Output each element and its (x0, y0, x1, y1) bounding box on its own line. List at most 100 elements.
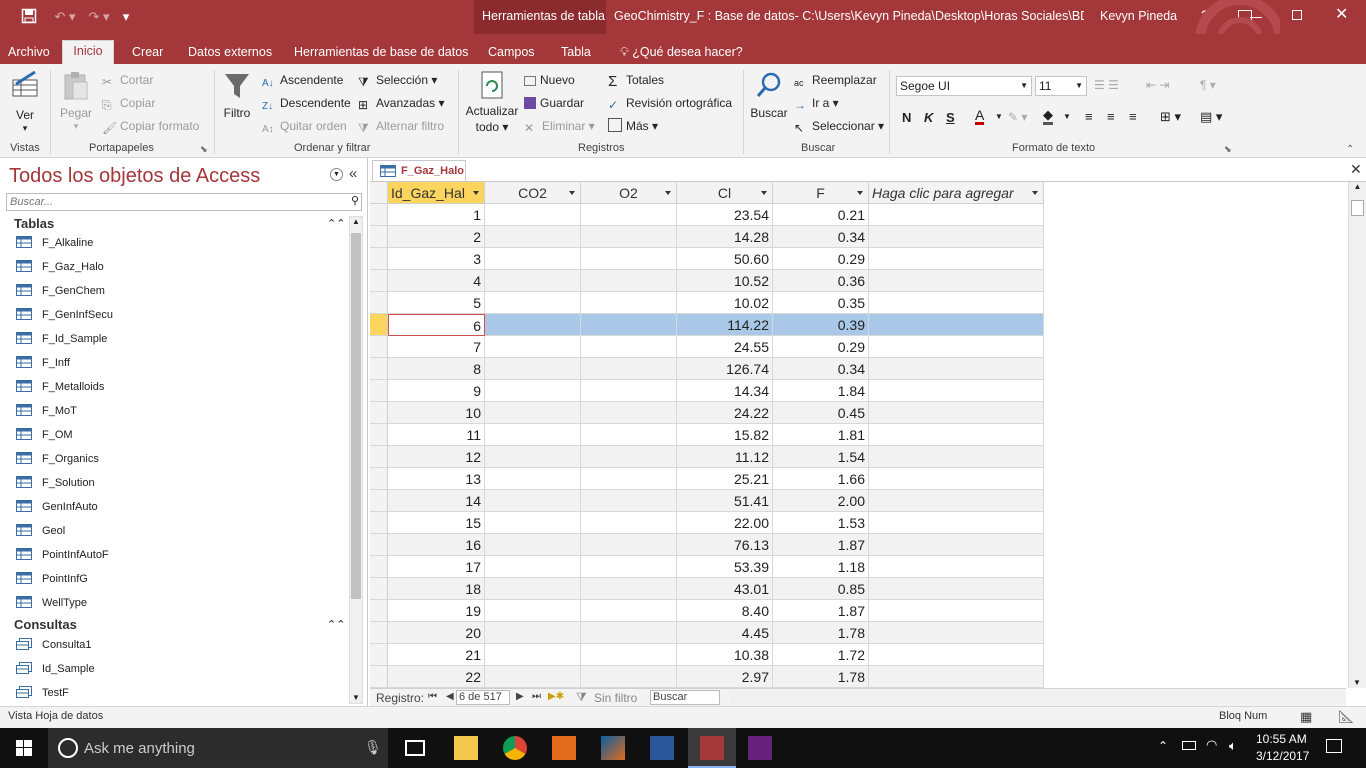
restore-button[interactable] (1292, 10, 1302, 20)
first-record-icon[interactable]: ⏮ (428, 691, 437, 702)
table-cell[interactable]: 5 (388, 292, 485, 314)
battery-icon[interactable] (1182, 741, 1196, 750)
nav-item-query[interactable]: Id_Sample (16, 659, 95, 679)
table-cell[interactable]: 17 (388, 556, 485, 578)
eliminar-button[interactable]: ✕ Eliminar ▾ (524, 118, 595, 135)
table-cell[interactable]: 1.87 (773, 534, 869, 556)
table-cell[interactable]: 7 (388, 336, 485, 358)
table-cell[interactable]: 12 (388, 446, 485, 468)
table-cell[interactable]: 4 (388, 270, 485, 292)
table-cell[interactable]: 6 (388, 314, 485, 336)
totales-button[interactable]: Σ Totales (608, 72, 664, 90)
tab-archivo[interactable]: Archivo (2, 42, 56, 66)
table-cell[interactable] (581, 512, 677, 534)
record-selector[interactable] (370, 666, 388, 688)
table-cell[interactable] (581, 248, 677, 270)
save-icon[interactable] (20, 8, 38, 26)
undo-icon[interactable]: ↶ ▾ (50, 8, 80, 26)
table-cell[interactable] (581, 336, 677, 358)
nav-search-input[interactable] (7, 194, 337, 210)
table-cell[interactable] (869, 336, 1044, 358)
record-selector[interactable] (370, 270, 388, 292)
table-cell[interactable] (869, 512, 1044, 534)
table-cell[interactable] (485, 644, 581, 666)
table-cell[interactable] (869, 424, 1044, 446)
record-selector[interactable] (370, 468, 388, 490)
record-selector[interactable] (370, 226, 388, 248)
new-record-icon[interactable]: ▶✱ (548, 691, 564, 702)
table-cell[interactable] (869, 446, 1044, 468)
table-cell[interactable] (581, 292, 677, 314)
column-header[interactable]: Id_Gaz_Hal (388, 182, 485, 204)
table-cell[interactable]: 0.29 (773, 248, 869, 270)
shutter-bar-close-icon[interactable]: « (349, 165, 357, 182)
task-view-icon[interactable] (405, 740, 425, 756)
table-cell[interactable] (581, 270, 677, 292)
table-cell[interactable] (485, 402, 581, 424)
table-cell[interactable] (485, 578, 581, 600)
table-cell[interactable]: 20 (388, 622, 485, 644)
collapse-section-icon[interactable]: ⌃⌃ (327, 217, 345, 230)
dialog-launcher-icon[interactable]: ⬊ (200, 144, 208, 155)
table-cell[interactable]: 19 (388, 600, 485, 622)
record-selector[interactable] (370, 248, 388, 270)
table-cell[interactable] (869, 314, 1044, 336)
table-cell[interactable]: 0.21 (773, 204, 869, 226)
record-selector[interactable] (370, 578, 388, 600)
scroll-up-icon[interactable]: ▲ (350, 217, 362, 226)
tab-herramientas-bd[interactable]: Herramientas de base de datos (288, 42, 474, 66)
bullets-icon[interactable]: ☰ ☰ (1094, 78, 1119, 92)
tell-me-search[interactable]: 💡︎ ¿Qué desea hacer? (614, 42, 749, 66)
select-all-corner[interactable] (370, 182, 388, 204)
nav-item-query[interactable]: Consulta1 (16, 635, 92, 655)
record-selector[interactable] (370, 358, 388, 380)
avanzadas-button[interactable]: ⊞ Avanzadas ▾ (358, 95, 445, 112)
table-cell[interactable]: 10.52 (677, 270, 773, 292)
nav-item-table[interactable]: F_Organics (16, 449, 99, 469)
column-dropdown-icon[interactable] (761, 191, 767, 195)
table-cell[interactable]: 51.41 (677, 490, 773, 512)
actualizar-button[interactable]: Actualizar todo ▾ (464, 70, 520, 135)
filter-status-icon[interactable]: ⧩ (576, 690, 587, 705)
table-cell[interactable]: 8.40 (677, 600, 773, 622)
table-cell[interactable]: 76.13 (677, 534, 773, 556)
align-right-icon[interactable]: ≡ (1129, 109, 1137, 124)
table-cell[interactable]: 0.85 (773, 578, 869, 600)
record-selector[interactable] (370, 424, 388, 446)
seleccionar-button[interactable]: ↖ Seleccionar ▾ (794, 118, 884, 135)
file-explorer-icon[interactable] (454, 736, 478, 760)
table-cell[interactable] (485, 534, 581, 556)
horizontal-scrollbar[interactable] (730, 692, 1346, 703)
notifications-icon[interactable] (1326, 739, 1342, 753)
table-cell[interactable]: 14 (388, 490, 485, 512)
table-cell[interactable] (485, 512, 581, 534)
collapse-ribbon-icon[interactable]: ⌃ (1346, 144, 1354, 155)
nav-item-table[interactable]: PointInfG (16, 569, 88, 589)
table-cell[interactable]: 1.53 (773, 512, 869, 534)
nav-item-table[interactable]: F_Metalloids (16, 377, 104, 397)
table-cell[interactable] (485, 226, 581, 248)
matlab-icon[interactable] (601, 736, 625, 760)
table-cell[interactable]: 1 (388, 204, 485, 226)
tab-datos-externos[interactable]: Datos externos (182, 42, 278, 66)
volume-icon[interactable]: 🔈︎ (1229, 738, 1237, 754)
table-cell[interactable]: 50.60 (677, 248, 773, 270)
visual-studio-icon[interactable] (748, 736, 772, 760)
record-selector[interactable] (370, 490, 388, 512)
table-cell[interactable] (869, 490, 1044, 512)
table-cell[interactable]: 0.45 (773, 402, 869, 424)
column-header[interactable]: F (773, 182, 869, 204)
table-cell[interactable] (869, 204, 1044, 226)
table-cell[interactable] (485, 622, 581, 644)
table-cell[interactable]: 0.35 (773, 292, 869, 314)
clock-time[interactable]: 10:55 AM (1256, 732, 1307, 746)
section-header-consultas[interactable]: Consultas (14, 617, 77, 632)
nav-title[interactable]: Todos los objetos de Access (9, 165, 260, 188)
seleccion-button[interactable]: ⧩ Selección ▾ (358, 72, 437, 89)
close-window-button[interactable]: ✕ (1335, 4, 1348, 24)
record-selector[interactable] (370, 512, 388, 534)
table-cell[interactable]: 9 (388, 380, 485, 402)
table-cell[interactable]: 0.34 (773, 226, 869, 248)
tab-inicio[interactable]: Inicio (62, 40, 114, 65)
column-header[interactable]: CO2 (485, 182, 581, 204)
